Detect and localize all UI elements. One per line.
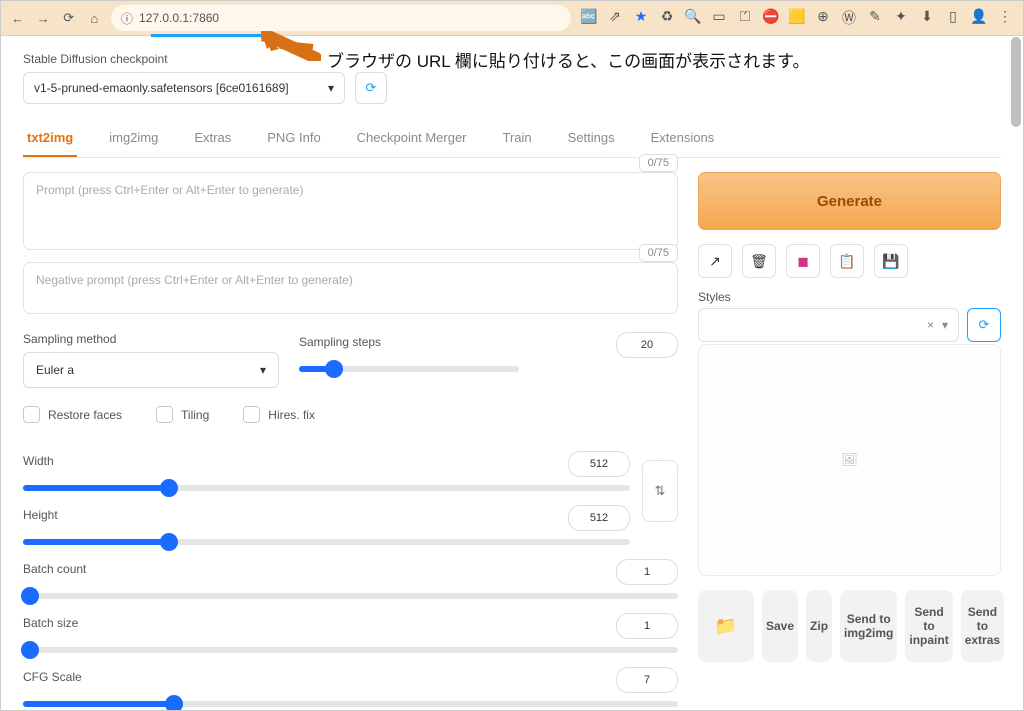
ext-icon[interactable]: ⛔ [761,8,781,28]
styles-select[interactable]: × ▾ [698,308,959,342]
tab-extensions[interactable]: Extensions [647,122,719,157]
tab-extras[interactable]: Extras [190,122,235,157]
restore-faces-checkbox[interactable]: Restore faces [23,406,122,423]
sampling-steps-label: Sampling steps [299,335,381,349]
url-text: 127.0.0.1:7860 [139,11,219,25]
puzzle-icon[interactable]: ✦ [891,8,911,28]
send-inpaint-button[interactable]: Send to inpaint [905,590,952,662]
generate-button[interactable]: Generate [698,172,1001,230]
chevron-down-icon: ▾ [328,81,334,95]
prompt-input[interactable]: Prompt (press Ctrl+Enter or Alt+Enter to… [23,172,678,250]
tab-png-info[interactable]: PNG Info [263,122,324,157]
neg-prompt-counter: 0/75 [639,244,678,262]
clipboard-icon[interactable]: 📋 [830,244,864,278]
translate-icon[interactable]: 🔤 [579,8,599,28]
batch-size-label: Batch size [23,616,78,630]
sampling-method-label: Sampling method [23,332,279,346]
negative-prompt-input[interactable]: Negative prompt (press Ctrl+Enter or Alt… [23,262,678,314]
height-label: Height [23,508,58,522]
sampling-method-value: Euler a [36,363,74,377]
chevron-down-icon: ▾ [260,363,266,377]
star-icon[interactable]: ★ [631,8,651,28]
loading-bar [151,34,261,37]
trash-icon[interactable]: 🗑 [742,244,776,278]
cfg-value[interactable]: 7 [616,667,678,693]
width-slider[interactable] [23,485,630,491]
batch-count-label: Batch count [23,562,86,576]
ext-icon[interactable]: ✎ [865,8,885,28]
hires-fix-checkbox[interactable]: Hires. fix [243,406,315,423]
tab-txt2img[interactable]: txt2img [23,122,77,157]
image-placeholder-icon: 🖼 [841,452,858,468]
extension-icons: 🔤 ⇗ ★ ♻ 🔍 ▭ ⏍ ⛔ 🟨 ⊕ Ⓦ ✎ ✦ ⬇ ▯ 👤 ⋮ [579,8,1015,28]
send-extras-button[interactable]: Send to extras [961,590,1004,662]
ext-icon[interactable]: ⏍ [735,8,755,28]
checkpoint-value: v1-5-pruned-emaonly.safetensors [6ce0161… [34,81,289,95]
download-icon[interactable]: ⬇ [917,8,937,28]
bookmark-icon[interactable]: ◼ [786,244,820,278]
ext-icon[interactable]: 🔍 [683,8,703,28]
share-icon[interactable]: ⇗ [605,8,625,28]
sampling-steps-slider[interactable] [299,366,519,372]
height-slider[interactable] [23,539,630,545]
checkpoint-select[interactable]: v1-5-pruned-emaonly.safetensors [6ce0161… [23,72,345,104]
tab-checkpoint-merger[interactable]: Checkpoint Merger [353,122,471,157]
ext-icon[interactable]: ⊕ [813,8,833,28]
open-folder-button[interactable]: 📁 [698,590,754,662]
sampling-steps-value[interactable]: 20 [616,332,678,358]
save-icon[interactable]: 💾 [874,244,908,278]
batch-size-value[interactable]: 1 [616,613,678,639]
avatar-icon[interactable]: 👤 [969,8,989,28]
swap-wh-button[interactable]: ⇅ [642,460,678,522]
panel-icon[interactable]: ▯ [943,8,963,28]
cfg-slider[interactable] [23,701,678,707]
menu-icon[interactable]: ⋮ [995,8,1015,28]
styles-label: Styles [698,290,1001,304]
nav-home[interactable]: ⌂ [86,7,104,29]
output-preview: 🖼 [698,344,1001,576]
nav-reload[interactable]: ⟳ [60,7,78,29]
annotation-arrow [261,31,321,61]
nav-forward[interactable]: → [35,7,53,29]
width-label: Width [23,454,54,468]
tab-train[interactable]: Train [499,122,536,157]
send-img2img-button[interactable]: Send to img2img [840,590,897,662]
address-bar[interactable]: ⓘ 127.0.0.1:7860 [111,5,571,31]
zip-button[interactable]: Zip [806,590,832,662]
tiling-checkbox[interactable]: Tiling [156,406,209,423]
ext-icon[interactable]: 🟨 [787,8,807,28]
tab-img2img[interactable]: img2img [105,122,162,157]
width-value[interactable]: 512 [568,451,630,477]
pencil-icon[interactable]: ↗ [698,244,732,278]
batch-count-value[interactable]: 1 [616,559,678,585]
ext-icon[interactable]: Ⓦ [839,8,859,28]
nav-back[interactable]: ← [9,7,27,29]
chevron-down-icon: ▾ [942,318,948,332]
ext-icon[interactable]: ▭ [709,8,729,28]
cfg-label: CFG Scale [23,670,82,684]
batch-count-slider[interactable] [23,593,678,599]
styles-refresh-button[interactable]: ⟳ [967,308,1001,342]
info-icon: ⓘ [121,10,133,27]
checkpoint-refresh[interactable]: ⟳ [355,72,387,104]
ext-icon[interactable]: ♻ [657,8,677,28]
prompt-counter: 0/75 [639,154,678,172]
tab-settings[interactable]: Settings [564,122,619,157]
scrollbar[interactable] [1011,37,1021,708]
annotation-text: ブラウザの URL 欄に貼り付けると、この画面が表示されます。 [327,47,809,72]
save-button[interactable]: Save [762,590,798,662]
styles-clear-icon[interactable]: × [927,318,934,332]
batch-size-slider[interactable] [23,647,678,653]
sampling-method-select[interactable]: Euler a ▾ [23,352,279,388]
height-value[interactable]: 512 [568,505,630,531]
